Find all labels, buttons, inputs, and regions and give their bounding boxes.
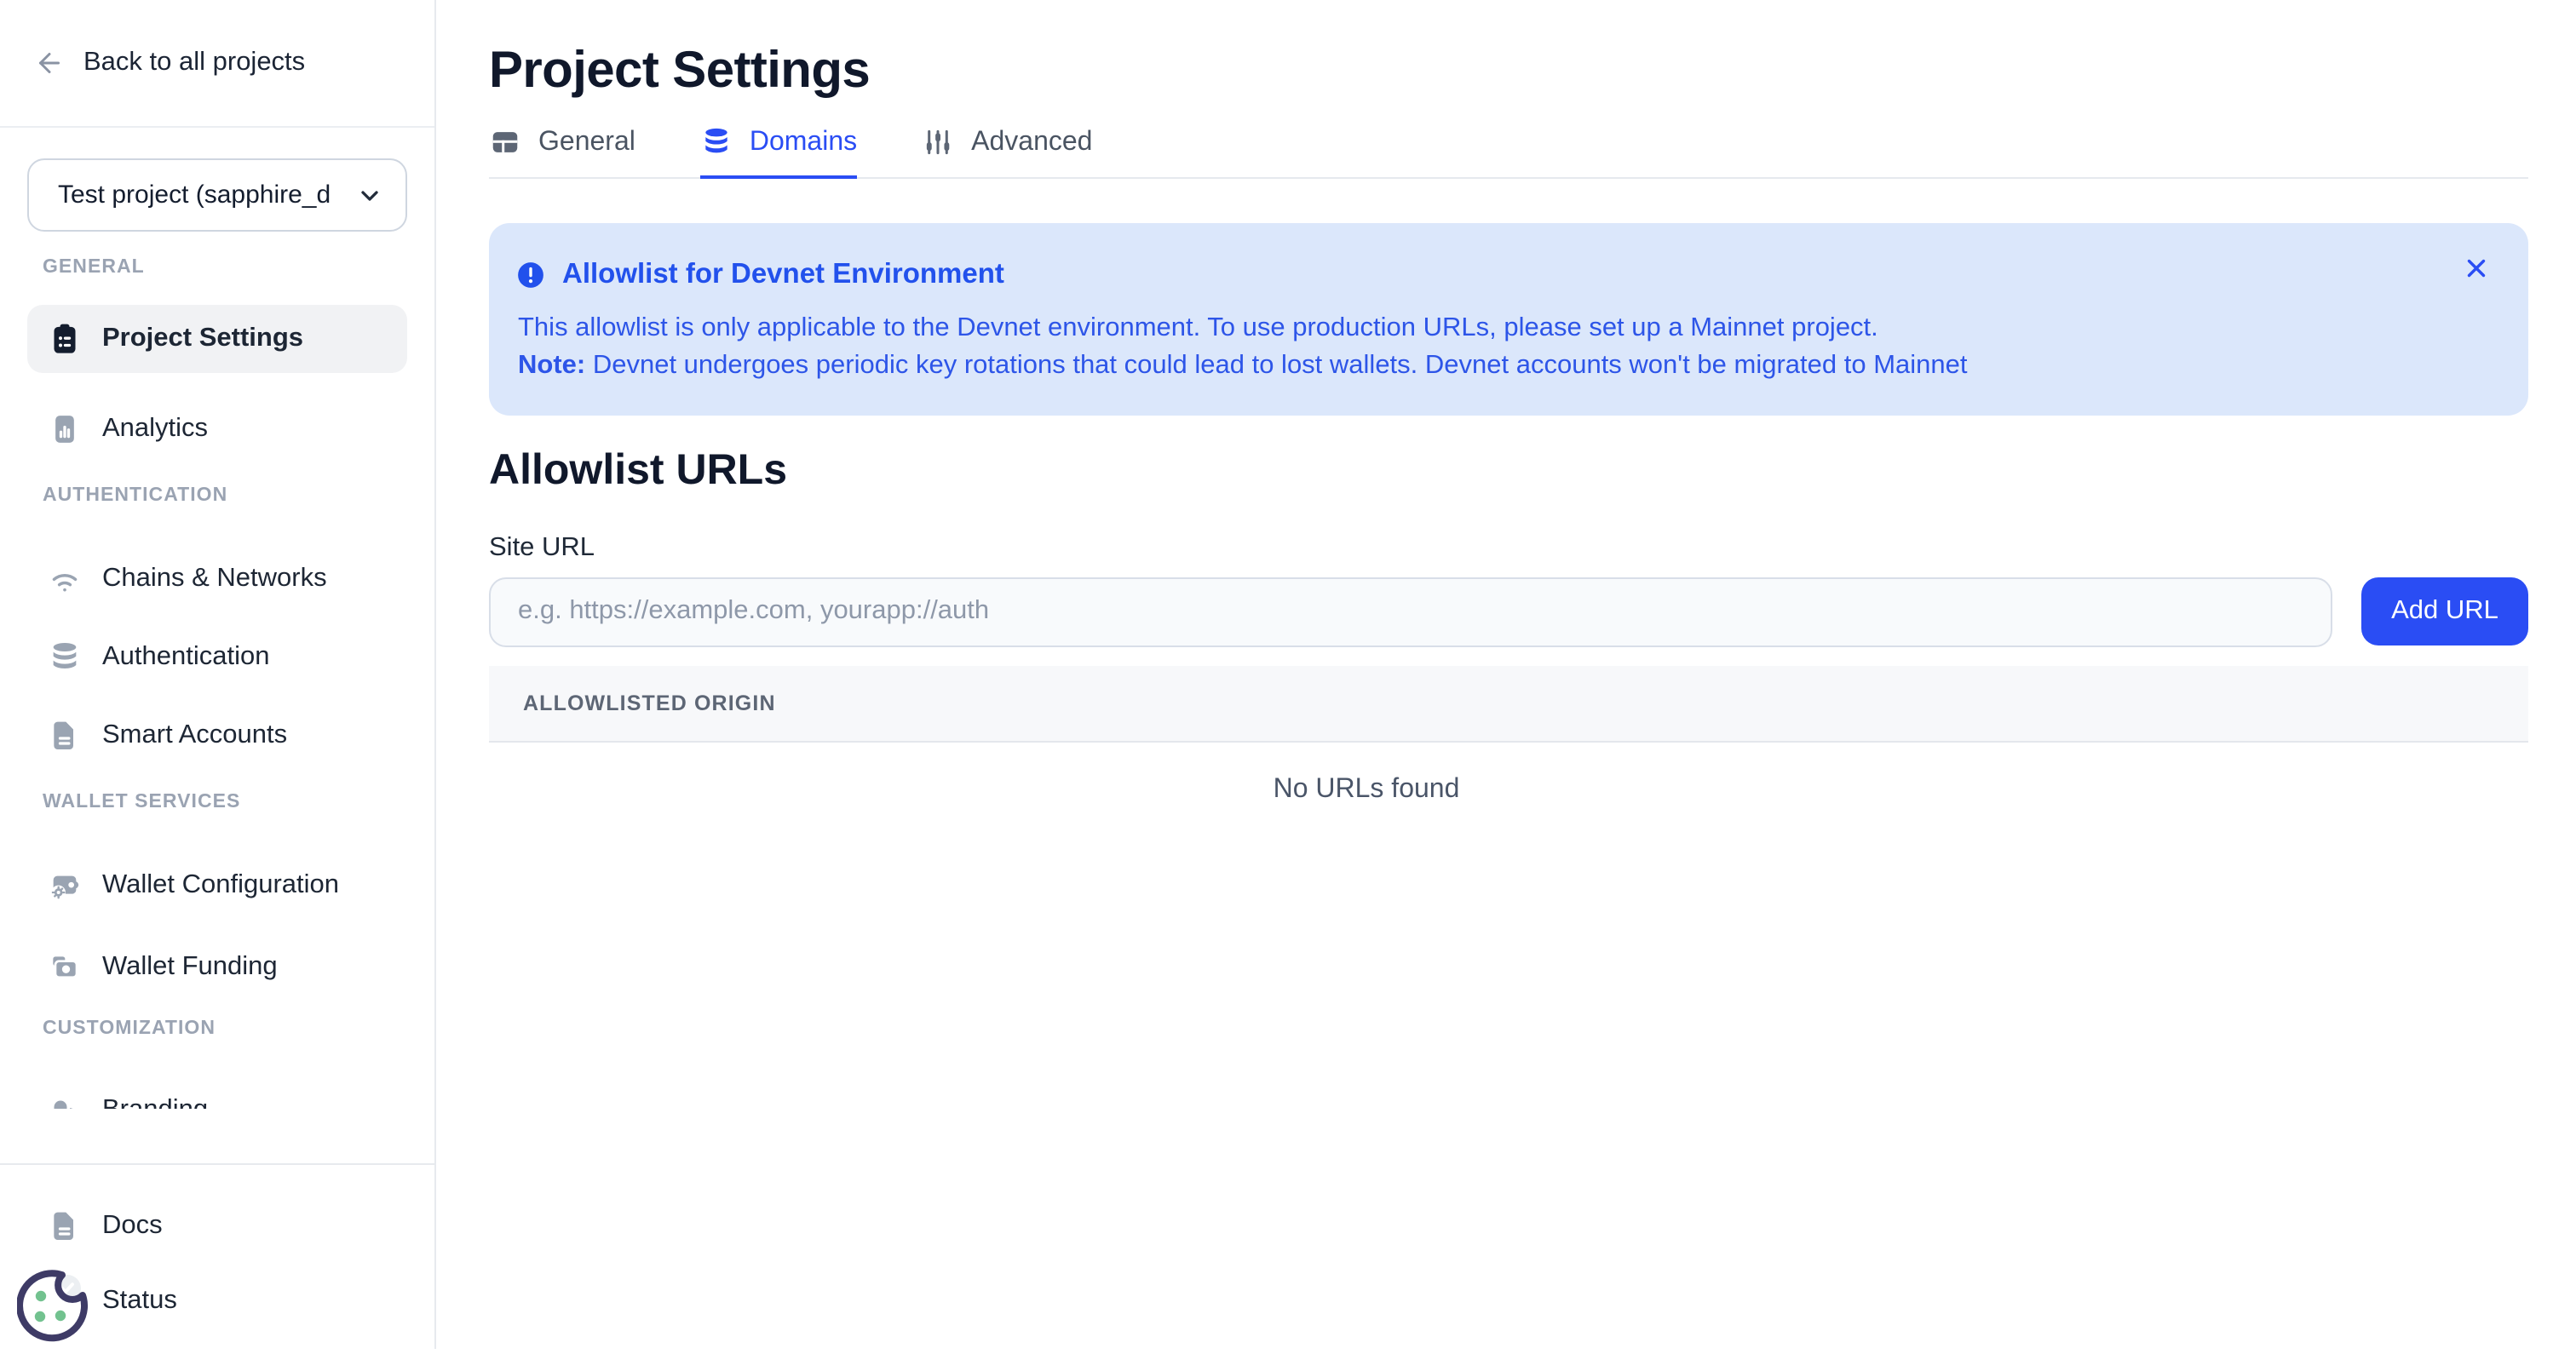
section-label-general: GENERAL <box>43 255 407 279</box>
table-header-label: ALLOWLISTED ORIGIN <box>523 691 776 715</box>
wallet-gear-icon <box>48 869 82 903</box>
sidebar-nav: GENERAL Project Settings Analytics AUTHE… <box>0 232 434 1109</box>
tab-domains[interactable]: Domains <box>700 126 857 179</box>
sidebar-item-label: Authentication <box>102 642 270 673</box>
banner-note-label: Note: <box>518 350 585 379</box>
devnet-allowlist-banner: Allowlist for Devnet Environment This al… <box>489 223 2528 416</box>
alert-circle-icon <box>516 261 545 290</box>
banner-line1: This allowlist is only applicable to the… <box>518 310 2487 347</box>
sidebar-item-branding[interactable]: Branding <box>27 1076 407 1109</box>
tab-bar: General Domains Advanced <box>489 126 2528 179</box>
wifi-icon <box>48 562 82 596</box>
database-icon <box>700 127 733 159</box>
cookie-consent-button[interactable] <box>17 1267 92 1345</box>
branding-icon <box>48 1093 82 1109</box>
site-url-label: Site URL <box>489 531 2528 565</box>
sidebar-item-docs[interactable]: Docs <box>27 1192 407 1260</box>
project-selector[interactable]: Test project (sapphire_d <box>27 158 407 232</box>
sliders-icon <box>922 126 954 158</box>
section-label-authentication: AUTHENTICATION <box>43 484 407 508</box>
table-grid-icon <box>489 126 521 158</box>
sidebar-item-wallet-funding[interactable]: Wallet Funding <box>27 933 407 1001</box>
main-content: Project Settings General Domains Advance… <box>436 0 2576 1349</box>
back-to-projects-link[interactable]: Back to all projects <box>0 0 434 128</box>
sidebar-item-label: Wallet Funding <box>102 952 278 983</box>
file-icon <box>48 719 82 753</box>
sidebar-item-project-settings[interactable]: Project Settings <box>27 305 407 373</box>
add-url-button[interactable]: Add URL <box>2361 577 2528 645</box>
tab-label: General <box>538 127 635 158</box>
sidebar-item-wallet-configuration[interactable]: Wallet Configuration <box>27 852 407 920</box>
clipboard-icon <box>48 322 82 356</box>
docs-file-icon <box>48 1209 82 1243</box>
page-title: Project Settings <box>489 43 2528 100</box>
banner-header: Allowlist for Devnet Environment <box>516 259 2487 291</box>
banner-note-text: Devnet undergoes periodic key rotations … <box>585 350 1967 379</box>
database-icon <box>48 640 82 674</box>
banner-note: Note: Devnet undergoes periodic key rota… <box>518 347 2487 383</box>
bar-chart-icon <box>48 412 82 446</box>
allowlist-heading: Allowlist URLs <box>489 445 2528 496</box>
sidebar-item-label: Wallet Configuration <box>102 870 339 901</box>
sidebar-item-smart-accounts[interactable]: Smart Accounts <box>27 702 407 770</box>
sidebar-item-chains-networks[interactable]: Chains & Networks <box>27 545 407 613</box>
site-url-row: Add URL <box>489 577 2528 647</box>
sidebar: Back to all projects Test project (sapph… <box>0 0 436 1349</box>
sidebar-item-label: Analytics <box>102 414 208 445</box>
sidebar-item-label: Branding <box>102 1095 208 1109</box>
tab-label: Advanced <box>971 127 1092 158</box>
sidebar-item-label: Smart Accounts <box>102 720 287 751</box>
tab-label: Domains <box>750 128 857 158</box>
sidebar-item-label: Project Settings <box>102 324 303 354</box>
app-window: Back to all projects Test project (sapph… <box>0 0 2576 1349</box>
project-selector-wrap: Test project (sapphire_d <box>0 128 434 232</box>
sidebar-item-label: Chains & Networks <box>102 564 327 594</box>
arrow-left-icon <box>34 48 65 78</box>
sidebar-item-analytics[interactable]: Analytics <box>27 395 407 463</box>
sidebar-item-authentication[interactable]: Authentication <box>27 623 407 691</box>
section-label-wallet-services: WALLET SERVICES <box>43 790 407 814</box>
back-label: Back to all projects <box>83 48 305 78</box>
wallet-funding-icon <box>48 950 82 984</box>
banner-body: This allowlist is only applicable to the… <box>518 310 2487 383</box>
chevron-down-icon <box>356 181 383 209</box>
site-url-input[interactable] <box>489 577 2332 647</box>
section-label-customization: CUSTOMIZATION <box>43 1017 407 1041</box>
sidebar-item-label: Status <box>102 1286 177 1317</box>
tab-general[interactable]: General <box>489 126 635 179</box>
sidebar-item-label: Docs <box>102 1211 163 1242</box>
table-header: ALLOWLISTED ORIGIN <box>489 666 2528 743</box>
banner-title: Allowlist for Devnet Environment <box>562 259 1004 291</box>
close-icon[interactable] <box>2458 250 2494 286</box>
project-selector-value: Test project (sapphire_d <box>58 181 331 209</box>
tab-advanced[interactable]: Advanced <box>922 126 1092 179</box>
empty-state: No URLs found <box>489 775 2244 806</box>
